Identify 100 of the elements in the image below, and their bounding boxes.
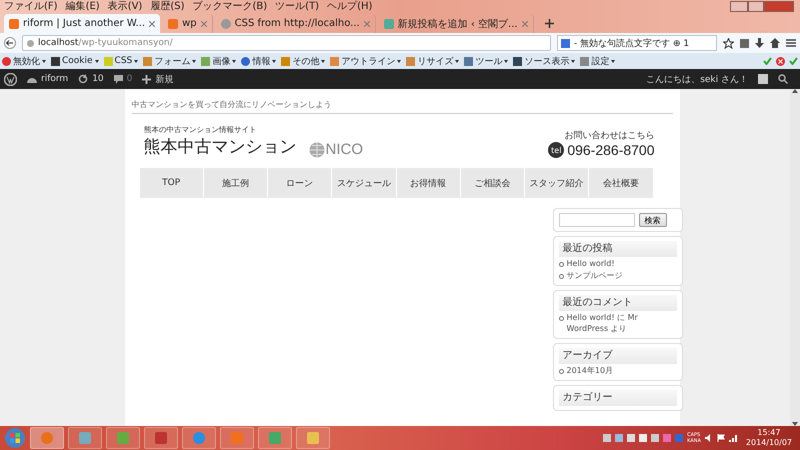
- admin-bar-label: 10: [92, 74, 104, 84]
- admin-bar-item[interactable]: 0: [114, 74, 132, 84]
- toolbar-menu[interactable]: Cookie: [51, 56, 99, 66]
- back-icon[interactable]: [4, 37, 16, 49]
- admin-bar-item[interactable]: 10: [78, 74, 104, 84]
- menu-item[interactable]: 履歴(S): [150, 0, 184, 13]
- star-icon[interactable]: [723, 38, 734, 48]
- minimize-button[interactable]: [730, 1, 748, 12]
- admin-bar-item[interactable]: riform: [27, 74, 68, 84]
- close-icon[interactable]: [200, 20, 207, 26]
- error-icon: [776, 56, 785, 66]
- toolbar-menu[interactable]: ソース表示: [513, 54, 576, 68]
- toolbar-label: その他: [292, 56, 320, 68]
- close-icon[interactable]: [149, 20, 156, 26]
- taskbar-app[interactable]: [296, 427, 330, 449]
- comment-icon: [114, 74, 123, 84]
- toolbar-menu[interactable]: CSS: [104, 56, 138, 66]
- download-icon[interactable]: [755, 38, 764, 48]
- tool-icon: [580, 56, 590, 66]
- dropdown-icon: [611, 60, 616, 62]
- menu-item[interactable]: ツール(T): [275, 0, 320, 13]
- check-icon: [763, 56, 772, 64]
- widget-link[interactable]: Hello world!: [558, 258, 676, 269]
- scrollbar[interactable]: [790, 89, 800, 426]
- nav-link[interactable]: ローン: [268, 168, 332, 198]
- widget-title: 最近の投稿: [558, 241, 676, 257]
- site-title[interactable]: 熊本中古マンション: [144, 135, 296, 158]
- tool-icon: [464, 56, 474, 66]
- clock[interactable]: 15:47 2014/10/07: [742, 428, 796, 448]
- close-icon[interactable]: [364, 20, 370, 26]
- admin-bar-label: riform: [41, 74, 68, 84]
- toolbar-menu[interactable]: リサイズ: [406, 54, 460, 68]
- menu-item[interactable]: 表示(V): [108, 0, 142, 13]
- toolbar-menu[interactable]: 設定: [580, 54, 616, 68]
- widget-title: カテゴリー: [558, 390, 676, 406]
- nav-link[interactable]: お得情報: [396, 168, 461, 198]
- close-icon[interactable]: [522, 20, 528, 26]
- toolbar-label: 情報: [252, 56, 270, 68]
- menu-item[interactable]: 編集(E): [66, 0, 100, 13]
- nav-link[interactable]: TOP: [140, 168, 204, 198]
- contact-label: お問い合わせはこちら: [564, 130, 654, 142]
- search-button[interactable]: 検索: [638, 213, 666, 227]
- toolbar-label: CSS: [114, 56, 132, 66]
- start-button-icon[interactable]: [4, 427, 26, 449]
- tool-icon: [406, 56, 416, 66]
- toolbar-label: Cookie: [62, 56, 93, 66]
- dropdown-icon: [134, 60, 138, 62]
- dropdown-icon: [397, 60, 402, 62]
- search-icon[interactable]: [778, 74, 788, 84]
- tool-icon: [330, 56, 340, 66]
- greeting-text[interactable]: こんにちは、seki さん！: [646, 72, 748, 86]
- toolbar-menu[interactable]: 無効化: [2, 54, 46, 68]
- toolbar-label: ツール: [475, 56, 502, 68]
- tab-title: 新規投稿を追加 ‹ 空閣ブ...: [398, 18, 518, 30]
- nav-link[interactable]: スケジュール: [332, 168, 396, 198]
- phone-number: 096-286-8700: [567, 142, 654, 158]
- tab-title: CSS from http://localho...: [234, 18, 360, 29]
- toolbar-menu[interactable]: 画像: [201, 54, 236, 68]
- search-input[interactable]: [558, 213, 634, 227]
- dropdown-icon: [571, 60, 576, 62]
- taskbar-app[interactable]: [144, 427, 178, 449]
- admin-bar-item[interactable]: 新規: [142, 72, 174, 86]
- home-icon[interactable]: [770, 38, 780, 48]
- nav-link[interactable]: 会社概要: [589, 168, 654, 198]
- volume-icon[interactable]: [704, 434, 713, 442]
- admin-bar-label: 0: [126, 74, 132, 84]
- dropdown-icon: [94, 60, 99, 62]
- toolbar-label: アウトライン: [341, 56, 396, 68]
- toolbar-menu[interactable]: ツール: [464, 54, 508, 68]
- toolbar-menu[interactable]: アウトライン: [330, 54, 402, 68]
- toolbar-menu[interactable]: 情報: [241, 54, 276, 68]
- toolbar-label: リサイズ: [417, 56, 454, 68]
- widget-link[interactable]: Hello world! に Mr WordPress より: [558, 312, 676, 334]
- dropdown-icon: [272, 60, 276, 62]
- site-tagline: 中古マンションを買って自分流にリノベーションしよう: [132, 89, 672, 114]
- menu-item[interactable]: ブックマーク(B): [192, 0, 268, 13]
- signal-icon[interactable]: [728, 434, 738, 442]
- toolbar-menu[interactable]: フォーム: [143, 54, 196, 68]
- browser-tab[interactable]: riform | Just another W...: [4, 14, 160, 33]
- nav-link[interactable]: ご相談会: [460, 168, 525, 198]
- nav-link[interactable]: スタッフ紹介: [525, 168, 590, 198]
- widget-link[interactable]: サンプルページ: [558, 270, 676, 281]
- menu-item[interactable]: ヘルプ(H): [327, 0, 372, 13]
- widget-link[interactable]: 2014年10月: [558, 365, 676, 376]
- plus-icon: [142, 74, 152, 84]
- check-icon: [789, 56, 798, 64]
- new-tab-icon[interactable]: [544, 19, 554, 28]
- maximize-button[interactable]: [748, 1, 764, 12]
- toolbar-menu[interactable]: その他: [281, 54, 326, 68]
- menu-icon[interactable]: [786, 39, 796, 47]
- address-field[interactable]: localhost/wp-tyuukomansyon/: [22, 35, 551, 51]
- menu-item[interactable]: ファイル(F): [4, 0, 58, 13]
- flag-icon[interactable]: [716, 434, 725, 442]
- dropdown-icon: [455, 60, 460, 62]
- nav-link[interactable]: 施工例: [204, 168, 268, 198]
- tool-icon: [281, 56, 290, 66]
- logo[interactable]: NICO: [308, 141, 363, 158]
- wordpress-logo-icon[interactable]: [4, 72, 17, 86]
- search-field[interactable]: - 無効な句読点文字です ⊕ 1: [557, 35, 717, 51]
- tool-icon: [2, 56, 11, 66]
